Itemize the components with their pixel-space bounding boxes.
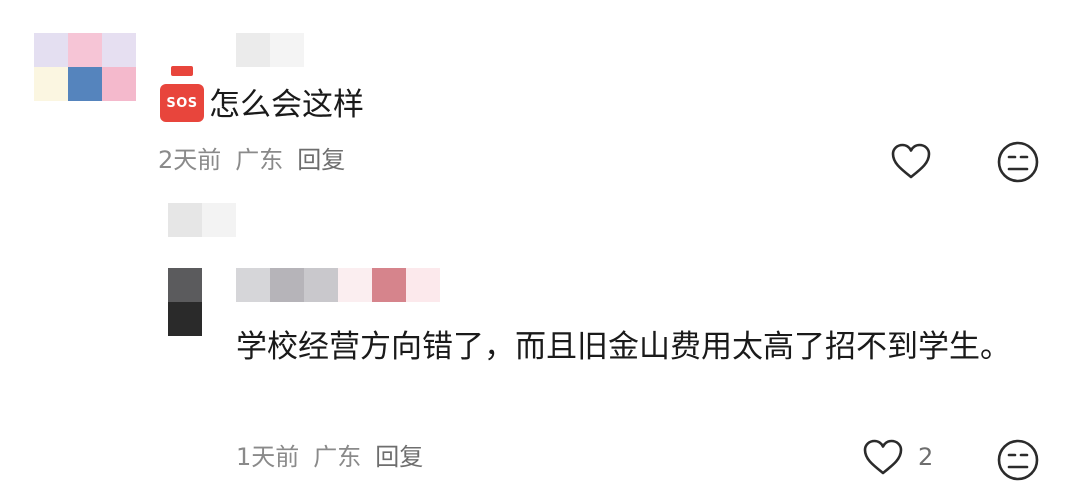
mosaic-cell xyxy=(168,268,202,302)
comment-time: 2天前 xyxy=(158,146,222,174)
dislike-button[interactable] xyxy=(996,140,1040,184)
username-blurred[interactable] xyxy=(236,268,440,302)
heart-outline-icon xyxy=(863,439,903,475)
comment-location: 广东 xyxy=(235,146,284,174)
mosaic-cell xyxy=(236,33,270,67)
avatar[interactable] xyxy=(34,33,136,101)
comment-text: 怎么会这样 xyxy=(209,87,364,123)
mosaic-cell xyxy=(236,268,270,302)
sos-emoji-icon: SOS xyxy=(160,66,204,124)
neutral-face-icon xyxy=(997,439,1039,481)
mosaic-cell xyxy=(168,203,202,237)
username-blurred[interactable] xyxy=(236,33,304,67)
reply-button[interactable]: 回复 xyxy=(297,145,345,175)
like-button[interactable]: 2 xyxy=(862,438,933,476)
like-button[interactable] xyxy=(890,142,932,180)
reply-target-username-blurred[interactable] xyxy=(168,203,236,237)
neutral-face-icon xyxy=(997,141,1039,183)
mosaic-cell xyxy=(102,33,136,67)
comment-text: 学校经营方向错了，而且旧金山费用太高了招不到学生。 xyxy=(236,329,1011,365)
avatar[interactable] xyxy=(168,268,202,336)
mosaic-cell xyxy=(202,203,236,237)
reply-button[interactable]: 回复 xyxy=(375,442,423,472)
mosaic-cell xyxy=(270,33,304,67)
mosaic-cell xyxy=(34,67,68,101)
mosaic-cell xyxy=(34,33,68,67)
mosaic-cell xyxy=(406,268,440,302)
mosaic-cell xyxy=(168,302,202,336)
comment-meta: 1天前 广东 回复 xyxy=(236,442,437,472)
mosaic-cell xyxy=(304,268,338,302)
mosaic-cell xyxy=(372,268,406,302)
dislike-button[interactable] xyxy=(996,438,1040,482)
mosaic-cell xyxy=(68,67,102,101)
mosaic-cell xyxy=(102,67,136,101)
sos-emoji-label: SOS xyxy=(160,84,204,122)
comment-meta: 2天前 广东 回复 xyxy=(158,145,359,175)
mosaic-cell xyxy=(68,33,102,67)
comment-time: 1天前 xyxy=(236,443,300,471)
like-count: 2 xyxy=(918,443,934,471)
heart-outline-icon xyxy=(891,143,931,179)
comment-location: 广东 xyxy=(313,443,362,471)
mosaic-cell xyxy=(338,268,372,302)
mosaic-cell xyxy=(270,268,304,302)
